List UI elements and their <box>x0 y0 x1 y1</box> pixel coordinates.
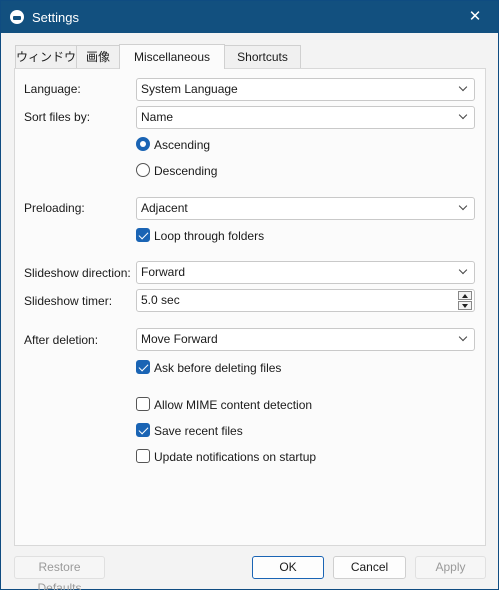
descending-radio[interactable] <box>136 163 150 177</box>
tab-shortcuts[interactable]: Shortcuts <box>224 45 301 69</box>
ascending-label[interactable]: Ascending <box>154 138 210 152</box>
slideshow-timer-value: 5.0 sec <box>141 293 180 307</box>
slideshow-timer-label: Slideshow timer: <box>24 294 113 308</box>
restore-defaults-button[interactable]: Restore Defaults <box>14 556 105 590</box>
language-label: Language: <box>24 82 81 96</box>
save-recent-label[interactable]: Save recent files <box>154 424 243 438</box>
language-value: System Language <box>141 82 238 96</box>
update-notifications-checkbox[interactable] <box>136 449 150 463</box>
after-deletion-select[interactable]: Move Forward <box>136 328 475 351</box>
slideshow-direction-label: Slideshow direction: <box>24 266 131 280</box>
sort-files-select[interactable]: Name <box>136 106 475 129</box>
spin-up-icon[interactable] <box>458 291 472 300</box>
window-title: Settings <box>32 10 79 25</box>
slideshow-direction-value: Forward <box>141 265 186 279</box>
slideshow-direction-select[interactable]: Forward <box>136 261 475 284</box>
chevron-down-icon <box>458 332 468 342</box>
loop-folders-label[interactable]: Loop through folders <box>154 229 264 243</box>
close-button[interactable]: ✕ <box>452 1 498 33</box>
ask-before-delete-label[interactable]: Ask before deleting files <box>154 361 281 375</box>
chevron-down-icon <box>458 82 468 92</box>
app-icon <box>10 10 24 24</box>
mime-detection-label[interactable]: Allow MIME content detection <box>154 398 312 412</box>
title-bar: Settings ✕ <box>1 1 498 33</box>
ask-before-delete-checkbox[interactable] <box>136 360 150 374</box>
descending-label[interactable]: Descending <box>154 164 217 178</box>
chevron-down-icon <box>458 110 468 120</box>
preloading-value: Adjacent <box>141 201 188 215</box>
chevron-down-icon <box>458 201 468 211</box>
ascending-radio[interactable] <box>136 137 150 151</box>
ok-button[interactable]: OK <box>252 556 324 579</box>
after-deletion-value: Move Forward <box>141 332 218 346</box>
loop-folders-checkbox[interactable] <box>136 228 150 242</box>
preloading-label: Preloading: <box>24 201 85 215</box>
sort-files-label: Sort files by: <box>24 110 91 124</box>
spin-down-icon[interactable] <box>458 301 472 310</box>
tab-window[interactable]: ウィンドウ <box>15 45 77 69</box>
save-recent-checkbox[interactable] <box>136 423 150 437</box>
mime-detection-checkbox[interactable] <box>136 397 150 411</box>
cancel-button[interactable]: Cancel <box>333 556 406 579</box>
language-select[interactable]: System Language <box>136 78 475 101</box>
after-deletion-label: After deletion: <box>24 333 99 347</box>
tab-miscellaneous[interactable]: Miscellaneous <box>119 44 225 69</box>
chevron-down-icon <box>458 265 468 275</box>
preloading-select[interactable]: Adjacent <box>136 197 475 220</box>
update-notifications-label[interactable]: Update notifications on startup <box>154 450 316 464</box>
slideshow-timer-spinbox[interactable]: 5.0 sec <box>136 289 475 312</box>
apply-button[interactable]: Apply <box>415 556 486 579</box>
settings-window: Settings ✕ ウィンドウ 画像 Miscellaneous Shortc… <box>0 0 499 590</box>
spin-buttons <box>458 291 472 310</box>
sort-files-value: Name <box>141 110 174 124</box>
tab-image[interactable]: 画像 <box>76 45 120 69</box>
